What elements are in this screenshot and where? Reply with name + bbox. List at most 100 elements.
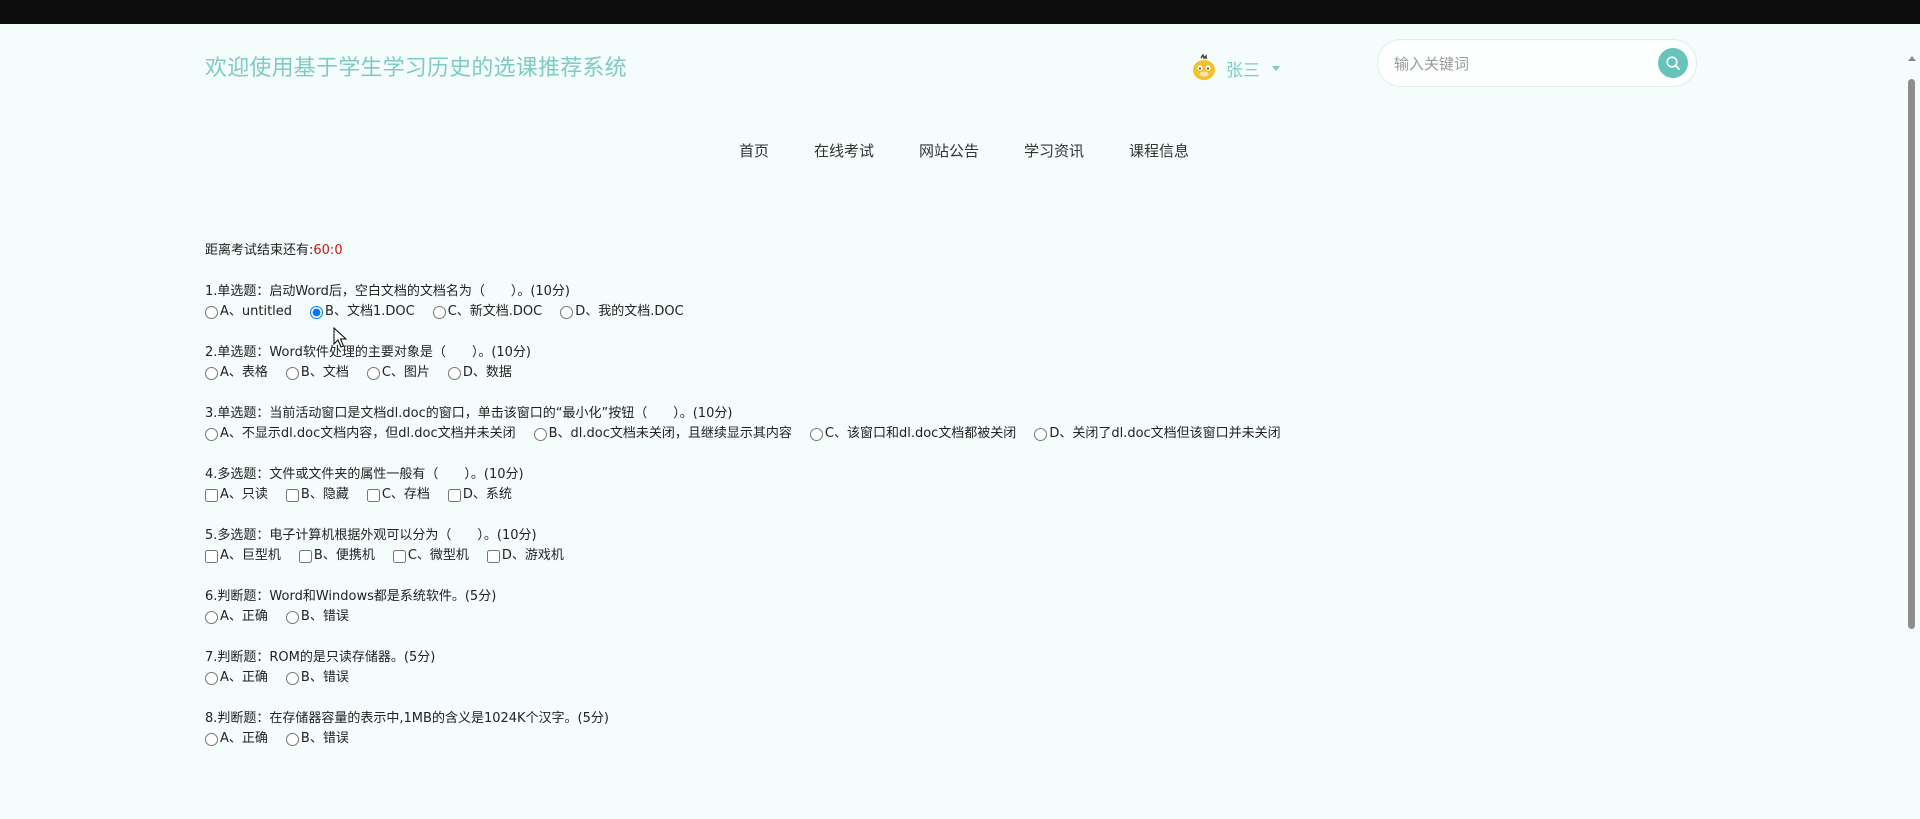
answer-option-label: C、图片 [381,365,430,380]
nav-study-news[interactable]: 学习资讯 [1024,140,1084,161]
nav-course-info[interactable]: 课程信息 [1129,140,1189,161]
answer-option-label: A、正确 [220,731,268,746]
answer-radio[interactable] [366,366,380,380]
answer-option[interactable]: B、错误 [285,668,349,688]
question-options: A、正确 B、错误 [205,668,1705,688]
answer-option-label: B、文档1.DOC [325,304,415,319]
answer-radio[interactable] [560,305,574,319]
answer-option[interactable]: B、错误 [285,729,349,749]
question-item: 5.多选题：电子计算机根据外观可以分为（ ）。(10分) A、巨型机 B、便携机 C、… [205,526,1705,566]
answer-radio[interactable] [205,610,218,624]
nav-announcements[interactable]: 网站公告 [919,140,979,161]
scroll-up-arrow-icon[interactable] [1908,56,1916,61]
answer-option[interactable]: A、untitled [205,302,292,322]
answer-option-label: D、关闭了dl.doc文档但该窗口并未关闭 [1049,426,1281,441]
answer-radio[interactable] [205,427,218,441]
answer-radio[interactable] [809,427,823,441]
answer-option-label: A、只读 [220,487,268,502]
answer-option-label: A、不显示dl.doc文档内容，但dl.doc文档并未关闭 [220,426,516,441]
answer-checkbox[interactable] [205,488,218,502]
answer-option[interactable]: A、正确 [205,607,268,627]
answer-option-label: D、数据 [462,365,512,380]
answer-radio[interactable] [205,366,218,380]
search-button[interactable] [1658,48,1688,78]
answer-option[interactable]: C、该窗口和dl.doc文档都被关闭 [809,424,1017,444]
answer-option[interactable]: B、便携机 [298,546,375,566]
question-options: A、正确 B、错误 [205,729,1705,749]
user-name[interactable]: 张三 [1226,56,1260,81]
answer-option[interactable]: C、微型机 [392,546,469,566]
answer-option[interactable]: D、我的文档.DOC [560,302,684,322]
question-options: A、不显示dl.doc文档内容，但dl.doc文档并未关闭 B、dl.doc文档未… [205,424,1705,444]
answer-option[interactable]: A、正确 [205,668,268,688]
question-title: 2.单选题：Word软件处理的主要对象是（ ）。(10分) [205,345,532,360]
question-title: 7.判断题：ROM的是只读存储器。(5分) [205,650,436,665]
answer-option[interactable]: D、数据 [447,363,512,383]
user-menu[interactable]: 张三 [1190,52,1280,84]
answer-checkbox[interactable] [298,549,312,563]
answer-option[interactable]: B、文档1.DOC [310,302,415,322]
answer-option[interactable]: A、表格 [205,363,268,383]
exam-timer: 距离考试结束还有:60:0 [205,241,1705,261]
nav-home[interactable]: 首页 [739,140,769,161]
answer-option-label: D、我的文档.DOC [575,304,684,319]
page-scrollbar[interactable] [1903,24,1920,819]
question-item: 8.判断题：在存储器容量的表示中,1MB的含义是1024K个汉字。(5分) A、正… [205,709,1705,749]
answer-option-label: B、文档 [300,365,349,380]
answer-option[interactable]: D、系统 [447,485,512,505]
answer-option[interactable]: C、图片 [366,363,430,383]
question-title: 6.判断题：Word和Windows都是系统软件。(5分) [205,589,497,604]
answer-option[interactable]: B、文档 [285,363,349,383]
answer-radio[interactable] [285,671,299,685]
answer-radio[interactable] [447,366,461,380]
question-options: A、巨型机 B、便携机 C、微型机 D、游戏机 [205,546,1705,566]
answer-option-label: B、隐藏 [300,487,349,502]
answer-checkbox[interactable] [205,549,218,563]
answer-radio[interactable] [310,305,324,319]
answer-option[interactable]: A、不显示dl.doc文档内容，但dl.doc文档并未关闭 [205,424,516,444]
scrollbar-thumb[interactable] [1908,79,1915,629]
answer-option[interactable]: B、dl.doc文档未关闭，且继续显示其内容 [533,424,792,444]
answer-radio[interactable] [432,305,446,319]
answer-option-label: C、新文档.DOC [447,304,543,319]
answer-option-label: A、巨型机 [220,548,281,563]
answer-radio[interactable] [205,732,218,746]
answer-option-label: C、该窗口和dl.doc文档都被关闭 [824,426,1017,441]
answer-option[interactable]: D、游戏机 [486,546,564,566]
answer-radio[interactable] [285,610,299,624]
answer-radio[interactable] [205,305,218,319]
answer-option[interactable]: C、存档 [366,485,430,505]
answer-option[interactable]: B、错误 [285,607,349,627]
answer-checkbox[interactable] [285,488,299,502]
answer-option[interactable]: B、隐藏 [285,485,349,505]
caret-down-icon[interactable] [1272,65,1280,71]
answer-checkbox[interactable] [366,488,380,502]
nav-online-exam[interactable]: 在线考试 [814,140,874,161]
answer-radio[interactable] [205,671,218,685]
answer-radio[interactable] [533,427,547,441]
answer-option[interactable]: C、新文档.DOC [432,302,543,322]
answer-option-label: D、游戏机 [501,548,564,563]
main-nav: 首页 在线考试 网站公告 学习资讯 课程信息 [0,140,1920,161]
answer-radio[interactable] [285,366,299,380]
question-item: 7.判断题：ROM的是只读存储器。(5分) A、正确 B、错误 [205,648,1705,688]
question-options: A、untitled B、文档1.DOC C、新文档.DOC D、我的文档.DOC [205,302,1705,322]
question-title: 1.单选题：启动Word后，空白文档的文档名为（ ）。(10分) [205,284,571,299]
answer-option-label: A、正确 [220,609,268,624]
answer-checkbox[interactable] [392,549,406,563]
timer-value: 60:0 [313,243,343,258]
answer-radio[interactable] [285,732,299,746]
top-black-bar [0,0,1920,24]
answer-radio[interactable] [1034,427,1048,441]
question-item: 2.单选题：Word软件处理的主要对象是（ ）。(10分) A、表格 B、文档 C、图… [205,343,1705,383]
answer-option[interactable]: A、只读 [205,485,268,505]
search-input[interactable] [1392,50,1636,78]
search-box [1377,39,1697,87]
answer-checkbox[interactable] [447,488,461,502]
answer-option[interactable]: D、关闭了dl.doc文档但该窗口并未关闭 [1034,424,1281,444]
answer-option[interactable]: A、正确 [205,729,268,749]
answer-option-label: A、untitled [220,304,293,319]
answer-checkbox[interactable] [486,549,500,563]
answer-option[interactable]: A、巨型机 [205,546,281,566]
answer-option-label: A、正确 [220,670,268,685]
